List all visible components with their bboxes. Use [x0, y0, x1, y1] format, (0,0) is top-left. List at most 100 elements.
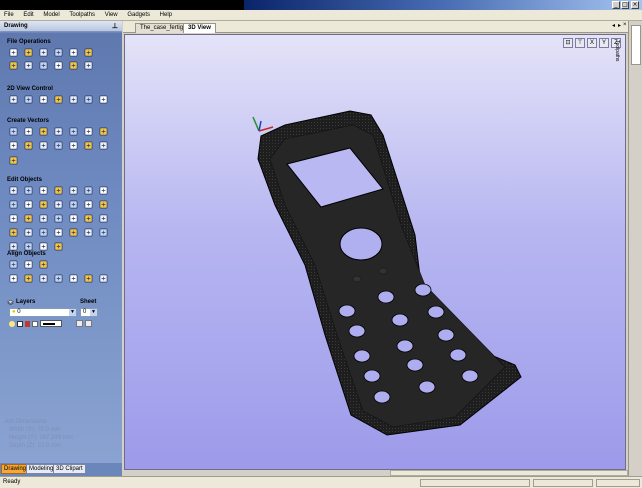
vector-tool-icon[interactable] [68, 127, 78, 136]
edit-tool-icon[interactable] [53, 200, 63, 209]
align-tool-icon[interactable] [8, 260, 18, 269]
view-tool-icon[interactable] [83, 95, 93, 104]
menu-edit[interactable]: Edit [19, 10, 37, 18]
edit-tool-icon[interactable] [23, 214, 33, 223]
layer-color-picker[interactable] [40, 320, 62, 327]
tab-toolpaths[interactable]: Toolpaths [614, 25, 641, 65]
pin-icon[interactable]: ⊥ [112, 22, 118, 30]
edit-tool-icon[interactable] [38, 228, 48, 237]
tab-next-icon[interactable]: ▸ [618, 22, 621, 29]
align-tool-icon[interactable] [23, 274, 33, 283]
edit-tool-icon[interactable] [53, 228, 63, 237]
edit-tool-icon[interactable] [38, 242, 48, 251]
edit-tool-icon[interactable] [23, 186, 33, 195]
menu-view[interactable]: View [101, 10, 122, 18]
vector-tool-icon[interactable] [98, 127, 108, 136]
edit-tool-icon[interactable] [98, 186, 108, 195]
tab-drawing[interactable]: Drawing [1, 464, 30, 474]
edit-tool-icon[interactable] [8, 242, 18, 251]
view-tool-icon[interactable] [38, 95, 48, 104]
tab-prev-icon[interactable]: ◂ [612, 22, 615, 29]
align-tool-icon[interactable] [8, 274, 18, 283]
edit-tool-icon[interactable] [8, 186, 18, 195]
vector-tool-icon[interactable] [8, 127, 18, 136]
edit-tool-icon[interactable] [23, 200, 33, 209]
layer-settings-icon[interactable] [32, 320, 38, 327]
edit-tool-icon[interactable] [98, 228, 108, 237]
menu-model[interactable]: Model [39, 10, 63, 18]
tab-modeling[interactable]: Modeling [26, 464, 57, 474]
file-tool-icon[interactable] [53, 61, 63, 70]
file-tool-icon[interactable] [38, 61, 48, 70]
vector-tool-icon[interactable] [83, 141, 93, 150]
edit-tool-icon[interactable] [53, 186, 63, 195]
align-tool-icon[interactable] [68, 274, 78, 283]
file-tool-icon[interactable] [83, 61, 93, 70]
view-tool-icon[interactable] [68, 95, 78, 104]
vector-tool-icon[interactable] [98, 141, 108, 150]
menu-toolpaths[interactable]: Toolpaths [65, 10, 99, 18]
file-tool-icon[interactable] [23, 61, 33, 70]
edit-tool-icon[interactable] [53, 242, 63, 251]
vector-tool-icon[interactable] [23, 141, 33, 150]
layer-options-button[interactable] [85, 320, 92, 327]
layer-select[interactable]: ● 0 ▼ [9, 308, 77, 317]
edit-tool-icon[interactable] [68, 200, 78, 209]
view-tool-icon[interactable] [8, 95, 18, 104]
maximize-button[interactable]: □ [621, 1, 629, 9]
view-tool-icon[interactable] [23, 95, 33, 104]
file-tool-icon[interactable] [8, 48, 18, 57]
edit-tool-icon[interactable] [23, 242, 33, 251]
layer-checkbox[interactable] [17, 320, 23, 327]
align-tool-icon[interactable] [38, 274, 48, 283]
file-tool-icon[interactable] [8, 61, 18, 70]
vector-tool-icon[interactable] [23, 127, 33, 136]
align-tool-icon[interactable] [38, 260, 48, 269]
tab-close-icon[interactable]: × [623, 22, 627, 28]
close-window-button[interactable]: × [631, 1, 639, 9]
edit-tool-icon[interactable] [68, 214, 78, 223]
align-tool-icon[interactable] [98, 274, 108, 283]
align-tool-icon[interactable] [83, 274, 93, 283]
vector-tool-icon[interactable] [68, 141, 78, 150]
file-tool-icon[interactable] [68, 48, 78, 57]
file-tool-icon[interactable] [68, 61, 78, 70]
edit-tool-icon[interactable] [83, 200, 93, 209]
edit-tool-icon[interactable] [83, 228, 93, 237]
edit-tool-icon[interactable] [68, 186, 78, 195]
add-layer-button[interactable] [76, 320, 83, 327]
edit-tool-icon[interactable] [98, 200, 108, 209]
menu-gadgets[interactable]: Gadgets [123, 10, 154, 18]
layer-lock-icon[interactable] [25, 320, 30, 327]
3d-viewport[interactable]: ⊡ ⊤ X Y Z [124, 34, 626, 470]
edit-tool-icon[interactable] [98, 214, 108, 223]
view-tool-icon[interactable] [98, 95, 108, 104]
tab-3d-view[interactable]: 3D View [183, 23, 216, 33]
file-tool-icon[interactable] [23, 48, 33, 57]
edit-tool-icon[interactable] [68, 228, 78, 237]
edit-tool-icon[interactable] [8, 214, 18, 223]
file-tool-icon[interactable] [53, 48, 63, 57]
edit-tool-icon[interactable] [8, 228, 18, 237]
view-tool-icon[interactable] [53, 95, 63, 104]
vector-tool-icon[interactable] [53, 127, 63, 136]
file-tool-icon[interactable] [38, 48, 48, 57]
sheet-select[interactable]: 0 ▼ [80, 308, 98, 317]
edit-tool-icon[interactable] [38, 186, 48, 195]
vector-tool-icon[interactable] [8, 156, 18, 165]
menu-file[interactable]: File [0, 10, 18, 18]
menu-help[interactable]: Help [156, 10, 176, 18]
align-tool-icon[interactable] [53, 274, 63, 283]
edit-tool-icon[interactable] [23, 228, 33, 237]
vector-tool-icon[interactable] [83, 127, 93, 136]
edit-tool-icon[interactable] [83, 186, 93, 195]
minimize-button[interactable]: _ [612, 1, 620, 9]
edit-tool-icon[interactable] [38, 200, 48, 209]
vector-tool-icon[interactable] [38, 127, 48, 136]
edit-tool-icon[interactable] [38, 214, 48, 223]
vector-tool-icon[interactable] [53, 141, 63, 150]
tab-3d-clipart[interactable]: 3D Clipart [53, 464, 86, 474]
tab-the-case-fertig[interactable]: The_case_fertig [135, 23, 189, 33]
vector-tool-icon[interactable] [38, 141, 48, 150]
file-tool-icon[interactable] [83, 48, 93, 57]
